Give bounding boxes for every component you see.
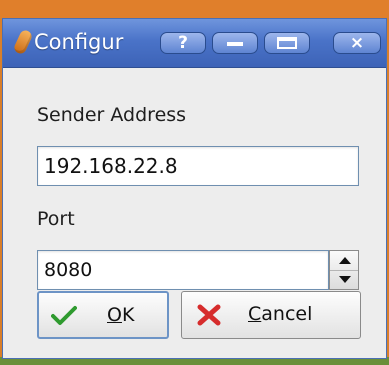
cancel-button[interactable]: Cancel <box>181 291 361 339</box>
configuration-dialog: Configur ? × Sender Address Port <box>2 18 387 359</box>
cancel-label: Cancel <box>248 303 313 325</box>
close-button[interactable]: × <box>333 32 381 54</box>
port-field[interactable] <box>37 250 329 290</box>
close-icon: × <box>349 33 365 53</box>
spin-down-button[interactable] <box>330 270 358 289</box>
spin-up-button[interactable] <box>330 251 358 271</box>
desktop-background-top <box>0 0 389 18</box>
ok-label: OK <box>107 304 135 326</box>
help-button[interactable]: ? <box>160 32 206 54</box>
arrow-down-icon <box>339 276 351 283</box>
x-icon <box>197 304 221 326</box>
ok-button[interactable]: OK <box>37 291 169 339</box>
sender-address-field[interactable] <box>37 146 359 186</box>
help-icon: ? <box>178 33 188 53</box>
title-bar[interactable]: Configur ? × <box>3 19 386 68</box>
maximize-button[interactable] <box>264 32 310 54</box>
window-title: Configur <box>34 30 124 54</box>
arrow-up-icon <box>339 257 351 264</box>
port-label: Port <box>37 208 75 230</box>
port-input[interactable] <box>38 251 328 289</box>
app-icon <box>12 28 34 56</box>
minimize-icon <box>227 42 243 46</box>
port-spinner[interactable] <box>329 250 359 290</box>
check-icon <box>51 306 77 325</box>
sender-address-input[interactable] <box>38 147 358 185</box>
minimize-button[interactable] <box>212 32 258 54</box>
maximize-icon <box>277 37 297 49</box>
sender-address-label: Sender Address <box>37 104 187 126</box>
